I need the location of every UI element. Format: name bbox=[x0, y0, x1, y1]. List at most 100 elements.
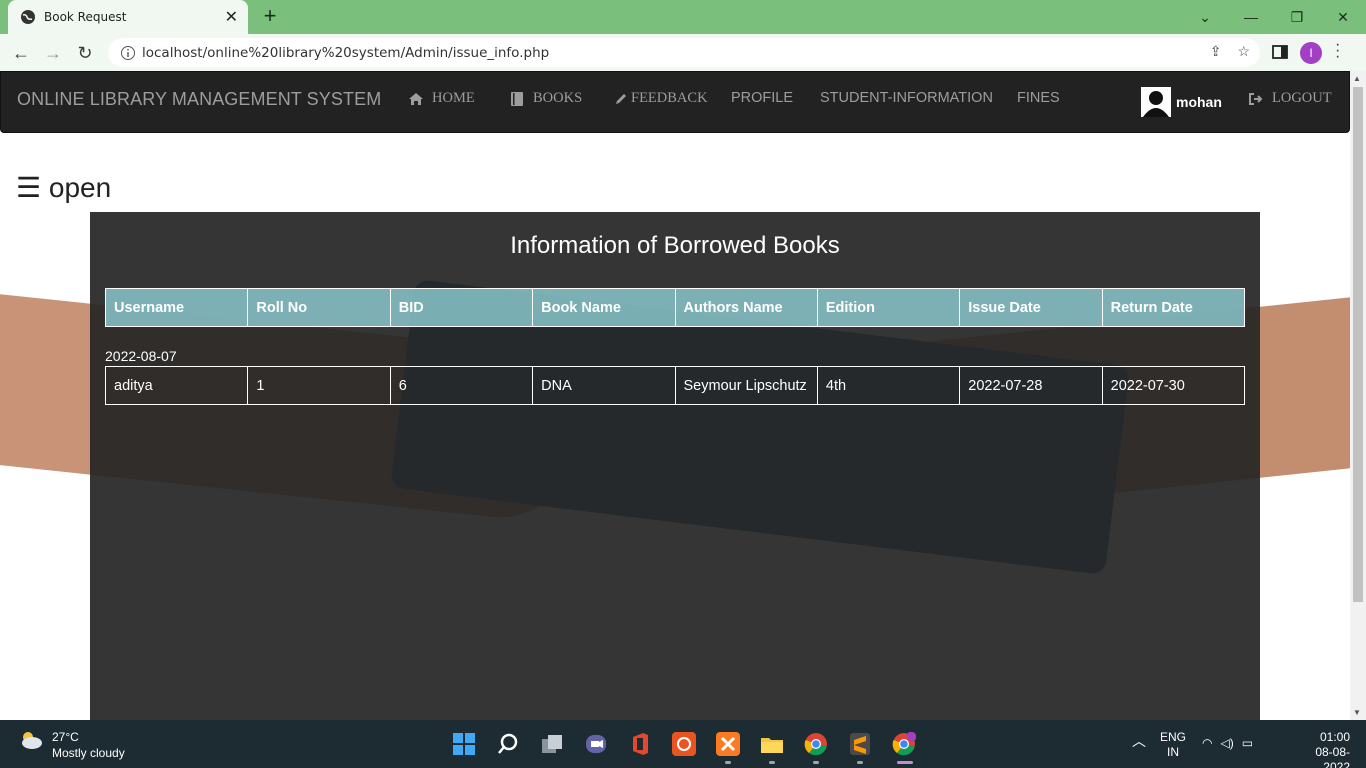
nav-home[interactable]: HOME bbox=[408, 90, 475, 107]
column-header-bid: BID bbox=[389, 288, 534, 327]
start-windows-icon[interactable] bbox=[452, 732, 476, 756]
nav-feedback-label: FEEDBACK bbox=[631, 90, 708, 106]
bookmark-star-icon[interactable]: ☆ bbox=[1237, 43, 1250, 60]
page-viewport: ONLINE LIBRARY MANAGEMENT SYSTEM HOME BO… bbox=[0, 71, 1366, 720]
column-header-issue-date: Issue Date bbox=[959, 288, 1103, 327]
cell-authors-name: Seymour Lipschutz bbox=[674, 366, 818, 405]
ubuntu-icon[interactable] bbox=[672, 732, 696, 756]
profile-avatar[interactable]: I bbox=[1300, 42, 1322, 64]
page-scrollbar[interactable]: ▲ ▼ bbox=[1350, 71, 1366, 720]
home-icon bbox=[408, 91, 424, 107]
task-view-icon[interactable] bbox=[540, 732, 564, 756]
temperature: 27°C bbox=[52, 730, 79, 744]
nav-books[interactable]: BOOKS bbox=[509, 90, 582, 107]
browser-menu-icon[interactable]: · · · bbox=[1335, 37, 1340, 65]
user-avatar-icon bbox=[1141, 87, 1171, 117]
battery-icon: ▭ bbox=[1241, 736, 1254, 750]
nav-fines[interactable]: FINES bbox=[1017, 90, 1060, 106]
site-navbar: ONLINE LIBRARY MANAGEMENT SYSTEM HOME BO… bbox=[0, 71, 1350, 133]
borrowed-books-table: aditya 1 6 DNA Seymour Lipschutz 4th 202… bbox=[104, 366, 1246, 405]
sublime-text-icon[interactable] bbox=[848, 732, 872, 756]
header-row: Username Roll No BID Book Name Authors N… bbox=[104, 288, 1246, 327]
nav-student-information[interactable]: STUDENT-INFORMATION bbox=[820, 90, 993, 106]
chrome-icon[interactable] bbox=[804, 732, 828, 756]
region: IN bbox=[1167, 745, 1179, 759]
system-tray[interactable]: ◠ ◁) ▭ bbox=[1202, 736, 1253, 751]
browser-toolbar: ← → ↻ localhost/online%20library%20syste… bbox=[0, 34, 1366, 71]
tab-search-icon[interactable]: ⌄ bbox=[1182, 0, 1228, 34]
xampp-icon[interactable] bbox=[716, 732, 740, 756]
column-header-book-name: Book Name bbox=[532, 288, 676, 327]
weather-widget[interactable]: 27°C Mostly cloudy bbox=[18, 729, 125, 761]
url-text: localhost/online%20library%20system/Admi… bbox=[142, 44, 550, 61]
cell-edition: 4th bbox=[816, 366, 961, 405]
nav-student-information-label: STUDENT-INFORMATION bbox=[820, 90, 993, 106]
volume-icon: ◁) bbox=[1220, 736, 1234, 750]
column-header-edition: Edition bbox=[816, 288, 961, 327]
column-header-roll-no: Roll No bbox=[247, 288, 391, 327]
table-header: Username Roll No BID Book Name Authors N… bbox=[104, 288, 1246, 327]
office-icon[interactable] bbox=[628, 732, 652, 756]
address-bar[interactable]: localhost/online%20library%20system/Admi… bbox=[108, 38, 1260, 67]
site-info-icon[interactable] bbox=[120, 45, 136, 61]
new-tab-button[interactable]: + bbox=[258, 5, 282, 29]
current-date-label: 2022-08-07 bbox=[105, 348, 177, 364]
share-icon[interactable]: ⇪ bbox=[1210, 43, 1222, 60]
column-header-authors-name: Authors Name bbox=[674, 288, 818, 327]
site-brand[interactable]: ONLINE LIBRARY MANAGEMENT SYSTEM bbox=[17, 89, 381, 110]
logout-icon bbox=[1248, 91, 1264, 107]
show-hidden-icons-icon[interactable]: ︿ bbox=[1132, 734, 1146, 749]
nav-logout-label: LOGOUT bbox=[1272, 90, 1332, 106]
close-tab-icon[interactable]: ✕ bbox=[225, 7, 238, 27]
nav-profile[interactable]: PROFILE bbox=[731, 90, 793, 106]
restore-icon[interactable]: ❐ bbox=[1274, 0, 1320, 34]
clock[interactable]: 01:00 08-08-2022 bbox=[1306, 730, 1350, 768]
nav-books-label: BOOKS bbox=[533, 90, 583, 106]
language: ENG bbox=[1160, 730, 1187, 744]
cell-username: aditya bbox=[104, 366, 249, 405]
nav-logout[interactable]: LOGOUT bbox=[1248, 90, 1332, 107]
borrowed-books-panel: Information of Borrowed Books Username R… bbox=[90, 212, 1260, 720]
search-icon[interactable] bbox=[496, 732, 520, 756]
windows-taskbar: 27°C Mostly cloudy ︿ ENG IN ◠ ◁) ▭ 01:00… bbox=[0, 720, 1366, 768]
cell-return-date: 2022-07-30 bbox=[1101, 366, 1246, 405]
scroll-down-arrow-icon[interactable]: ▼ bbox=[1353, 708, 1361, 717]
table-row: aditya 1 6 DNA Seymour Lipschutz 4th 202… bbox=[104, 366, 1246, 405]
browser-tab-strip: Book Request ✕ + ⌄ — ❐ ✕ bbox=[0, 0, 1366, 34]
side-panel-icon[interactable] bbox=[1270, 42, 1290, 62]
back-arrow-icon[interactable]: ← bbox=[8, 40, 34, 66]
browser-tab[interactable]: Book Request ✕ bbox=[8, 0, 248, 34]
reload-icon[interactable]: ↻ bbox=[72, 40, 98, 66]
wifi-icon: ◠ bbox=[1202, 736, 1213, 750]
tab-title: Book Request bbox=[44, 10, 127, 24]
weather-description: Mostly cloudy bbox=[52, 746, 125, 760]
column-header-return-date: Return Date bbox=[1101, 288, 1246, 327]
user-profile-link[interactable]: mohan bbox=[1141, 87, 1222, 117]
nav-home-label: HOME bbox=[432, 90, 475, 106]
nav-feedback[interactable]: FEEDBACK bbox=[613, 90, 708, 107]
file-explorer-icon[interactable] bbox=[760, 732, 784, 756]
book-icon bbox=[509, 91, 525, 107]
username: mohan bbox=[1176, 94, 1222, 110]
teams-chat-icon[interactable] bbox=[584, 732, 608, 756]
language-indicator[interactable]: ENG IN bbox=[1160, 730, 1186, 760]
pencil-icon bbox=[613, 91, 629, 107]
clock-date: 08-08-2022 bbox=[1315, 745, 1350, 768]
globe-icon bbox=[20, 9, 36, 25]
forward-arrow-icon[interactable]: → bbox=[40, 40, 66, 66]
minimize-icon[interactable]: — bbox=[1228, 0, 1274, 34]
scroll-up-arrow-icon[interactable]: ▲ bbox=[1353, 74, 1361, 83]
nav-fines-label: FINES bbox=[1017, 90, 1060, 106]
window-close-icon[interactable]: ✕ bbox=[1320, 0, 1366, 34]
sidebar-open-toggle[interactable]: ☰ open bbox=[16, 171, 111, 204]
scrollbar-thumb[interactable] bbox=[1353, 87, 1363, 602]
chrome-profile-icon[interactable] bbox=[892, 732, 916, 756]
column-header-username: Username bbox=[104, 288, 249, 327]
cell-issue-date: 2022-07-28 bbox=[959, 366, 1103, 405]
clock-time: 01:00 bbox=[1319, 730, 1350, 744]
nav-profile-label: PROFILE bbox=[731, 90, 794, 106]
cloudy-weather-icon bbox=[22, 732, 42, 749]
cell-bid: 6 bbox=[389, 366, 534, 405]
cell-book-name: DNA bbox=[532, 366, 676, 405]
cell-roll-no: 1 bbox=[247, 366, 391, 405]
